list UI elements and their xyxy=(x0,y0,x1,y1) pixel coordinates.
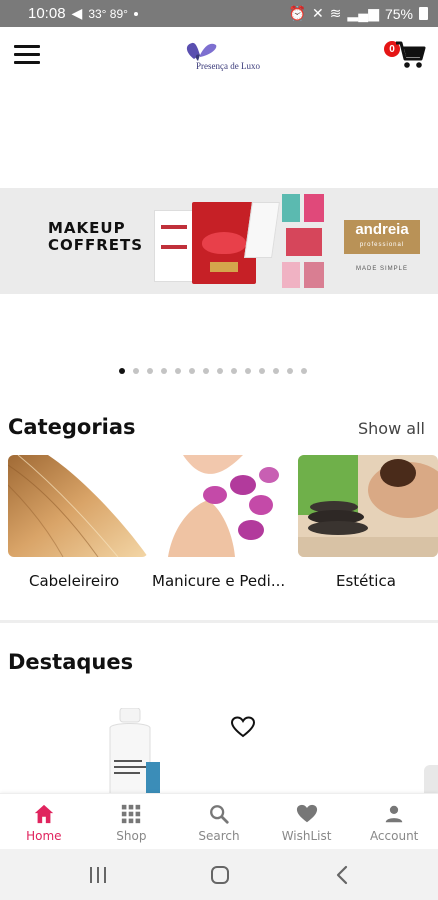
palette-image-5 xyxy=(304,262,324,288)
notification-dot-icon xyxy=(133,11,138,16)
search-icon xyxy=(210,805,229,824)
carousel-dot[interactable] xyxy=(217,368,223,374)
palette-image-2 xyxy=(304,194,324,222)
logo-text: Presença de Luxo xyxy=(196,61,260,71)
promo-banner[interactable]: MAKEUP COFFRETS andreia professional MAD… xyxy=(0,188,438,294)
carousel-dot[interactable] xyxy=(133,368,139,374)
status-temps: 33° 89° xyxy=(88,6,128,21)
carousel-dot[interactable] xyxy=(161,368,167,374)
hair-image xyxy=(8,455,148,557)
battery-icon xyxy=(419,7,428,20)
menu-icon[interactable] xyxy=(14,45,40,65)
heart-icon xyxy=(296,804,317,823)
banner-headline: MAKEUP COFFRETS xyxy=(48,219,144,254)
home-button-icon[interactable] xyxy=(210,865,230,885)
butterfly-logo-icon xyxy=(186,42,217,61)
palette-image-1 xyxy=(282,194,300,222)
cart-icon[interactable] xyxy=(394,40,426,70)
product-card-image[interactable] xyxy=(100,707,170,795)
category-label-hair: Cabeleireiro xyxy=(29,572,120,590)
nav-shop[interactable]: Shop xyxy=(88,794,176,849)
brand-tagline: MADE SIMPLE xyxy=(356,266,409,272)
palette-image-4 xyxy=(282,262,300,288)
bottom-navigation: Home Shop Search WishList Account xyxy=(0,793,438,849)
spa-stones-image xyxy=(298,455,438,557)
section-divider xyxy=(0,620,438,623)
nav-wishlist[interactable]: WishList xyxy=(263,794,351,849)
recent-apps-icon[interactable] xyxy=(88,866,108,884)
carousel-dot[interactable] xyxy=(189,368,195,374)
category-label-esthetic: Estética xyxy=(336,572,396,590)
product-card-next[interactable] xyxy=(424,765,438,795)
battery-percent: 75% xyxy=(384,5,413,22)
status-time: 10:08 xyxy=(28,5,66,22)
carousel-dot[interactable] xyxy=(245,368,251,374)
categories-title: Categorias xyxy=(8,415,136,439)
wifi-icon: ≋ xyxy=(329,5,342,21)
nails-orchid-image xyxy=(153,455,293,557)
app-bar: Presença de Luxo 0 xyxy=(0,27,438,85)
carousel-dot[interactable] xyxy=(273,368,279,374)
carousel-dot[interactable] xyxy=(231,368,237,374)
grid-icon xyxy=(122,804,141,824)
mute-icon: ✕ xyxy=(312,5,324,21)
andreia-logo: andreia professional xyxy=(344,220,420,254)
system-nav-bar xyxy=(0,849,438,900)
category-card-manicure[interactable] xyxy=(153,455,293,557)
wishlist-heart-icon[interactable] xyxy=(231,716,255,738)
carousel-dot[interactable] xyxy=(287,368,293,374)
carousel-dot[interactable] xyxy=(119,368,125,374)
carousel-dot[interactable] xyxy=(203,368,209,374)
nav-home[interactable]: Home xyxy=(0,794,88,849)
carousel-dot[interactable] xyxy=(147,368,153,374)
category-label-manicure: Manicure e Pedi... xyxy=(152,572,286,590)
category-card-hair[interactable] xyxy=(8,455,148,557)
carousel-dot[interactable] xyxy=(259,368,265,374)
nav-account[interactable]: Account xyxy=(350,794,438,849)
alarm-icon: ⏰ xyxy=(288,5,307,21)
category-card-esthetic[interactable] xyxy=(298,455,438,557)
carousel-dot[interactable] xyxy=(301,368,307,374)
home-icon xyxy=(34,804,53,824)
nav-search[interactable]: Search xyxy=(175,794,263,849)
featured-title: Destaques xyxy=(8,650,134,674)
person-icon xyxy=(385,805,403,823)
status-bar: 10:08 ◀ 33° 89° ⏰ ✕ ≋ ▂▄▆ 75% xyxy=(0,0,438,27)
coffret-box-image xyxy=(154,210,194,282)
carousel-indicator[interactable] xyxy=(119,368,307,374)
signal-icon: ▂▄▆ xyxy=(347,5,379,21)
carousel-dot[interactable] xyxy=(175,368,181,374)
show-all-link[interactable]: Show all xyxy=(358,419,425,438)
app-screen: 10:08 ◀ 33° 89° ⏰ ✕ ≋ ▂▄▆ 75% Presença d… xyxy=(0,0,438,900)
back-icon[interactable] xyxy=(335,865,349,885)
palette-image-3 xyxy=(286,228,322,256)
lotion-bottle-image xyxy=(109,707,160,795)
brand-logo[interactable]: Presença de Luxo xyxy=(180,39,260,73)
navigation-arrow-icon: ◀ xyxy=(71,5,83,21)
